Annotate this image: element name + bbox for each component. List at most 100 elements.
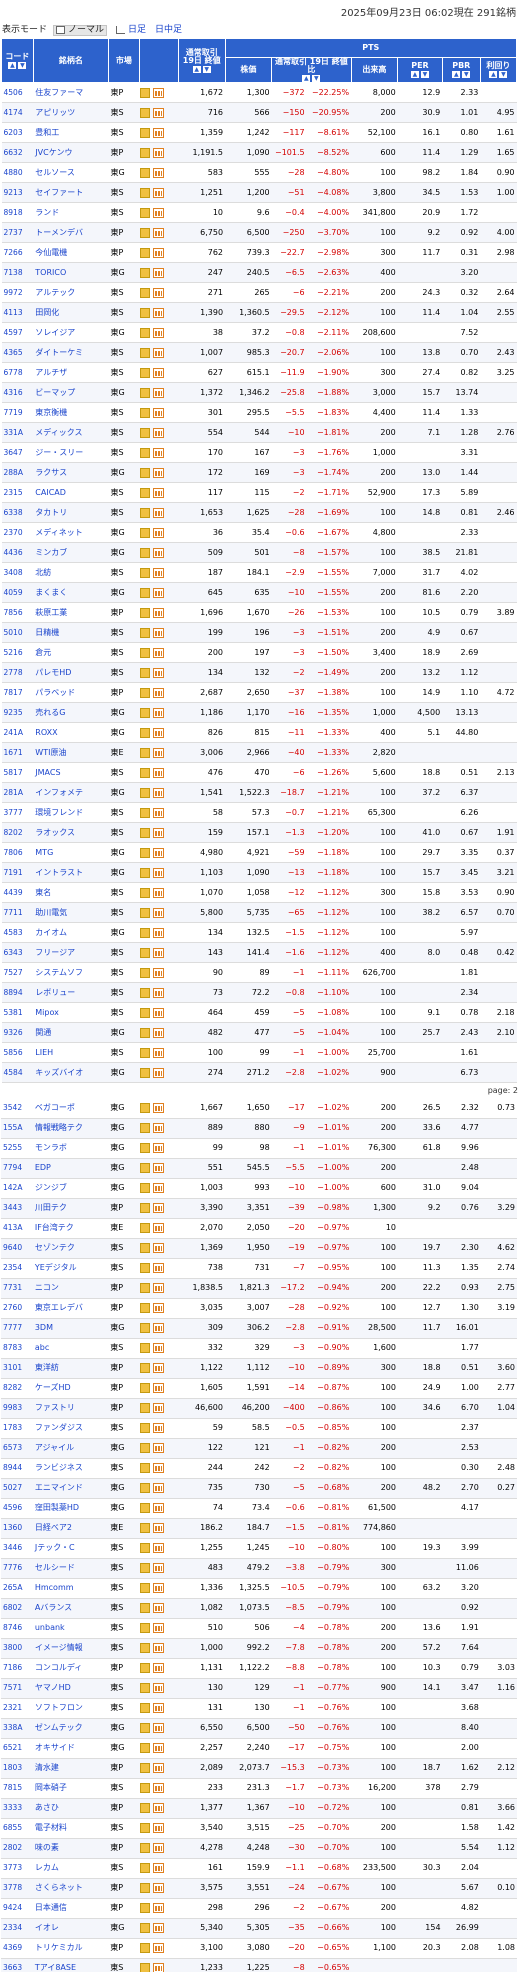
chart-icons[interactable] xyxy=(139,802,179,823)
chart-icon[interactable] xyxy=(153,907,165,918)
chart-icons[interactable] xyxy=(139,1918,179,1939)
code-link[interactable]: 9326 xyxy=(1,1022,34,1043)
stock-name-link[interactable]: 助川電気 xyxy=(33,902,109,923)
chart-icon[interactable] xyxy=(153,1823,164,1833)
code-link[interactable]: 3777 xyxy=(1,802,34,823)
news-icon[interactable] xyxy=(140,307,151,318)
table-row[interactable]: 6855 電子材料 東S 3,540 3,515 −25 −0.70% 200 1.58 1.42 xyxy=(1,1818,517,1839)
stock-name-link[interactable]: 豊和工 xyxy=(33,122,109,143)
code-link[interactable]: 3778 xyxy=(1,1878,33,1899)
code-link[interactable]: 1783 xyxy=(1,1418,33,1439)
chart-icon[interactable] xyxy=(153,707,165,718)
news-icon[interactable] xyxy=(140,1843,150,1853)
code-link[interactable]: 7571 xyxy=(1,1678,33,1699)
news-icon[interactable] xyxy=(140,1323,150,1333)
code-link[interactable]: 4583 xyxy=(1,922,34,943)
chart-icon[interactable] xyxy=(153,1643,164,1653)
news-icon[interactable] xyxy=(140,1563,150,1573)
chart-icon[interactable] xyxy=(153,1343,164,1353)
news-icon[interactable] xyxy=(140,747,151,758)
chart-icon[interactable] xyxy=(153,387,165,398)
stock-name-link[interactable]: ファストリ xyxy=(32,1398,109,1419)
code-link[interactable]: 2778 xyxy=(1,662,34,683)
chart-icons[interactable] xyxy=(139,942,179,963)
stock-name-link[interactable]: ビーマップ xyxy=(33,382,109,403)
chart-icons[interactable] xyxy=(139,1818,179,1839)
table-row[interactable]: 413A IF台湾テク 東E 2,070 2,050 −20 −0.97% 10 xyxy=(1,1218,517,1239)
table-row[interactable]: 9983 ファストリ 東P 46,600 46,200 −400 −0.86% 100 34.6… xyxy=(1,1398,517,1419)
news-icon[interactable] xyxy=(140,1343,150,1353)
table-row[interactable]: 4369 トリケミカル 東P 3,100 3,080 −20 −0.65% 1,100 20.3… xyxy=(1,1938,517,1959)
table-row[interactable]: 6521 オキサイド 東G 2,257 2,240 −17 −0.75% 100 2.00 xyxy=(1,1738,517,1759)
code-link[interactable]: 5381 xyxy=(1,1002,34,1023)
news-icon[interactable] xyxy=(140,387,151,398)
col-avg[interactable]: 通常取引 19日 終値 ▲ ▼ xyxy=(177,38,226,83)
chart-icons[interactable] xyxy=(139,362,179,383)
chart-icons[interactable] xyxy=(139,1062,179,1083)
code-link[interactable]: 7138 xyxy=(1,262,34,283)
chart-icons[interactable] xyxy=(139,1578,179,1599)
stock-name-link[interactable]: 味の素 xyxy=(32,1838,109,1859)
stock-name-link[interactable]: 環境フレンド xyxy=(33,802,109,823)
chart-icon[interactable] xyxy=(153,727,165,738)
code-link[interactable]: 5027 xyxy=(1,1478,33,1499)
stock-name-link[interactable]: ランド xyxy=(33,202,109,223)
table-row[interactable]: 3777 環境フレンド 東S 58 57.3 −0.7 −1.21% 65,300 6.26 xyxy=(1,802,517,823)
chart-icons[interactable] xyxy=(139,1022,179,1043)
chart-icons[interactable] xyxy=(139,982,179,1003)
chart-icons[interactable] xyxy=(139,482,179,503)
mode-daily-button[interactable]: 日足 xyxy=(116,25,146,35)
chart-icons[interactable] xyxy=(139,1638,179,1659)
chart-icon[interactable] xyxy=(153,1623,164,1633)
news-icon[interactable] xyxy=(140,847,151,858)
chart-icon[interactable] xyxy=(153,967,165,978)
chart-icon[interactable] xyxy=(153,1943,164,1953)
code-link[interactable]: 3333 xyxy=(1,1798,33,1819)
news-icon[interactable] xyxy=(140,1763,150,1773)
chart-icons[interactable] xyxy=(139,1298,179,1319)
table-row[interactable]: 8282 ケーズHD 東P 1,605 1,591 −14 −0.87% 100 24.9 1.0… xyxy=(1,1378,517,1399)
code-link[interactable]: 4369 xyxy=(1,1938,33,1959)
chart-icon[interactable] xyxy=(153,1743,164,1753)
chart-icon[interactable] xyxy=(153,1503,164,1513)
table-row[interactable]: 1671 WTI原油 東E 3,006 2,966 −40 −1.33% 2,820 xyxy=(1,742,517,763)
stock-name-link[interactable]: さくらネット xyxy=(32,1878,109,1899)
stock-name-link[interactable]: IF台湾テク xyxy=(32,1218,109,1239)
code-link[interactable]: 265A xyxy=(1,1578,33,1599)
code-link[interactable]: 6338 xyxy=(1,502,34,523)
table-row[interactable]: 2760 東京エレデバ 東P 3,035 3,007 −28 −0.92% 100 12.7 1.… xyxy=(1,1298,517,1319)
stock-name-link[interactable]: レカム xyxy=(32,1858,109,1879)
code-link[interactable]: 155A xyxy=(1,1118,33,1139)
code-link[interactable]: 281A xyxy=(1,782,34,803)
chart-icon[interactable] xyxy=(153,1763,164,1773)
table-row[interactable]: 6632 JVCケンウ 東P 1,191.5 1,090 −101.5 −8.52% 600 1… xyxy=(1,142,517,163)
chart-icons[interactable] xyxy=(139,282,179,303)
chart-icon[interactable] xyxy=(153,667,165,678)
stock-name-link[interactable]: イメージ情報 xyxy=(32,1638,109,1659)
chart-icon[interactable] xyxy=(153,1663,164,1673)
chart-icons[interactable] xyxy=(139,142,179,163)
code-link[interactable]: 5255 xyxy=(1,1138,33,1159)
code-link[interactable]: 7711 xyxy=(1,902,34,923)
chart-icons[interactable] xyxy=(139,302,179,323)
code-link[interactable]: 7794 xyxy=(1,1158,33,1179)
news-icon[interactable] xyxy=(140,1703,150,1713)
stock-name-link[interactable]: 電子材料 xyxy=(32,1818,109,1839)
code-link[interactable]: 3800 xyxy=(1,1638,33,1659)
code-link[interactable]: 6573 xyxy=(1,1438,33,1459)
chart-icon[interactable] xyxy=(153,307,165,318)
news-icon[interactable] xyxy=(140,1783,150,1793)
table-row[interactable]: 4597 ソレイジア 東G 38 37.2 −0.8 −2.11% 208,600 7.52 xyxy=(1,322,517,343)
table-row[interactable]: 3443 川田テク 東P 3,390 3,351 −39 −0.98% 1,300 9.2 0.7… xyxy=(1,1198,517,1219)
stock-name-link[interactable]: 東名 xyxy=(33,882,109,903)
table-row[interactable]: 4436 ミンカブ 東G 509 501 −8 −1.57% 100 38.5 21.81 xyxy=(1,542,517,563)
stock-name-link[interactable]: 情報戦略テク xyxy=(32,1118,109,1139)
stock-name-link[interactable]: まくまく xyxy=(33,582,109,603)
chart-icon[interactable] xyxy=(153,487,165,498)
stock-name-link[interactable]: タカトリ xyxy=(33,502,109,523)
chart-icon[interactable] xyxy=(153,847,165,858)
table-row[interactable]: 3773 レカム 東S 161 159.9 −1.1 −0.68% 233,500 30.3 2.… xyxy=(1,1858,517,1879)
table-row[interactable]: 4316 ビーマップ 東G 1,372 1,346.2 −25.8 −1.88% 3,000 1… xyxy=(1,382,517,403)
stock-name-link[interactable]: ラオックス xyxy=(33,822,109,843)
chart-icon[interactable] xyxy=(153,1047,165,1058)
